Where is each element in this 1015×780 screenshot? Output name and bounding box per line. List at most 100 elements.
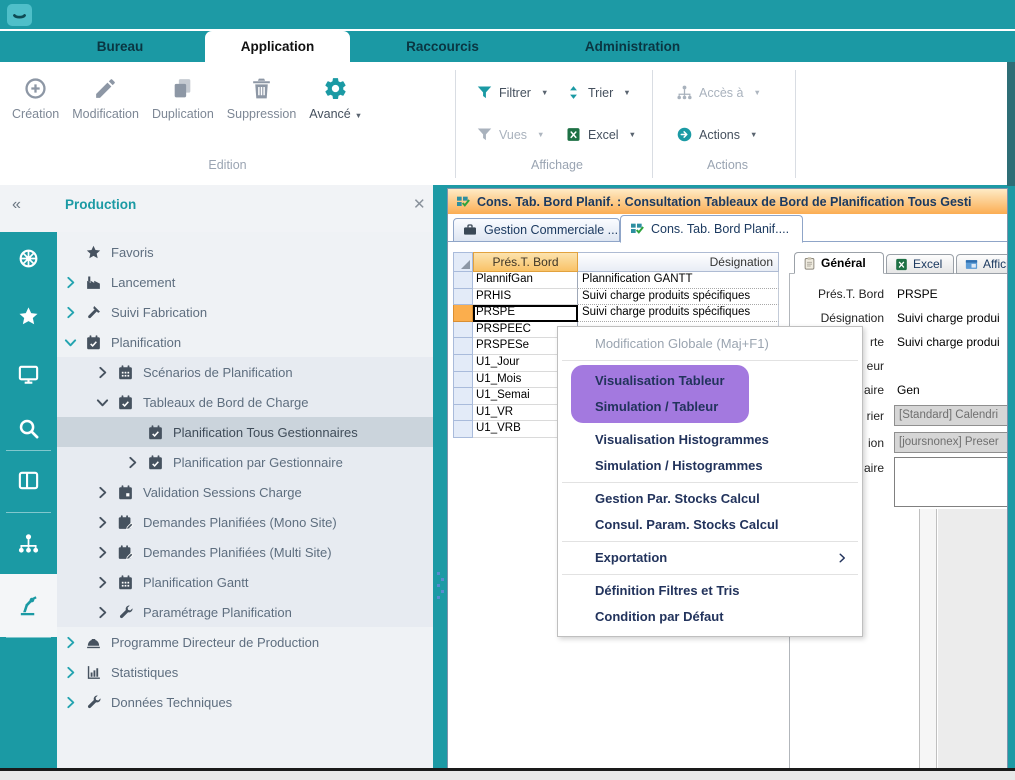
suppression-button[interactable]: Suppression — [225, 72, 299, 125]
menu-item-modification-globale[interactable]: Modification Globale (Maj+F1) — [558, 331, 862, 357]
iconbar-separator — [6, 450, 51, 451]
detail-tab-excel[interactable]: Excel — [886, 254, 954, 274]
duplication-button[interactable]: Duplication — [150, 72, 216, 125]
actions-button[interactable]: Actions ▼ — [676, 126, 757, 143]
menu-item-simulation-tableur[interactable]: Simulation / Tableur — [571, 394, 749, 420]
creation-button[interactable]: Création — [10, 72, 61, 125]
row-selector[interactable] — [453, 405, 473, 422]
search-icon[interactable] — [17, 417, 40, 440]
group-separator — [652, 70, 653, 178]
grid-cell[interactable]: Plannification GANTT — [578, 272, 779, 289]
calendrier-input-disabled[interactable]: [Standard] Calendri — [894, 405, 1008, 426]
grid-cell[interactable]: PRHIS — [473, 289, 578, 306]
button-label: Excel — [588, 128, 619, 142]
desktop-icon[interactable] — [17, 363, 40, 386]
row-selector[interactable] — [453, 322, 473, 339]
tree-item-lancement[interactable]: Lancement — [57, 267, 433, 297]
detail-tab-general[interactable]: Général — [794, 252, 884, 274]
collapse-panel-icon[interactable]: « — [12, 196, 21, 214]
tree-item-donnees-techniques[interactable]: Données Techniques — [57, 687, 433, 717]
close-panel-icon[interactable]: ✕ — [413, 195, 426, 213]
tab-cons-tab-bord-planif[interactable]: Cons. Tab. Bord Planif.... — [620, 215, 803, 243]
menu-item-exportation[interactable]: Exportation — [558, 545, 862, 571]
grid-cell-selected[interactable]: PRSPE — [473, 305, 578, 322]
tree-item-favoris[interactable]: Favoris — [57, 237, 433, 267]
menu-item-definition-filtres[interactable]: Définition Filtres et Tris — [558, 578, 862, 604]
tab-raccourcis[interactable]: Raccourcis — [385, 31, 500, 62]
favorites-star-icon[interactable] — [17, 305, 40, 328]
app-logo-icon[interactable] — [7, 4, 32, 26]
hierarchy-icon[interactable] — [17, 532, 40, 555]
trier-button[interactable]: Trier ▼ — [565, 84, 631, 101]
clipboard-icon — [802, 256, 817, 271]
document-titlebar[interactable]: Cons. Tab. Bord Planif. : Consultation T… — [448, 189, 1007, 214]
vertical-scrollbar[interactable] — [919, 509, 937, 768]
commentaire-textarea[interactable] — [894, 457, 1008, 507]
copy-icon — [170, 76, 195, 101]
helm-settings-icon[interactable] — [17, 247, 40, 270]
tree-item-statistiques[interactable]: Statistiques — [57, 657, 433, 687]
tab-application[interactable]: Application — [205, 31, 350, 62]
modification-button[interactable]: Modification — [70, 72, 141, 125]
grid-cell[interactable]: Suivi charge produits spécifiques — [578, 289, 779, 306]
star-icon — [85, 244, 102, 261]
tree-item-label: Planification par Gestionnaire — [173, 455, 343, 470]
detail-tab-affichage[interactable]: Affich — [956, 254, 1008, 274]
tree-item-demandes-multi-site[interactable]: Demandes Planifiées (Multi Site) — [57, 537, 433, 567]
panels-icon[interactable] — [17, 469, 40, 492]
iconbar-separator — [6, 637, 51, 638]
plus-circle-icon — [23, 76, 48, 101]
tree-item-planification-gantt[interactable]: Planification Gantt — [57, 567, 433, 597]
tab-administration[interactable]: Administration — [555, 31, 710, 62]
vues-button[interactable]: Vues ▼ — [476, 126, 544, 143]
tree-item-planification-par-gestionnaire[interactable]: Planification par Gestionnaire — [57, 447, 433, 477]
grid-cell[interactable]: Suivi charge produits spécifiques — [578, 305, 779, 322]
actions-group-label: Actions — [660, 158, 795, 172]
grid-row: PRHIS Suivi charge produits spécifiques — [453, 289, 779, 306]
avance-button[interactable]: Avancé▼ — [307, 72, 364, 125]
chevron-right-icon — [63, 635, 78, 650]
menu-item-visualisation-histogrammes[interactable]: Visualisation Histogrammes — [558, 427, 862, 453]
tree-item-demandes-mono-site[interactable]: Demandes Planifiées (Mono Site) — [57, 507, 433, 537]
tree-item-programme-directeur[interactable]: Programme Directeur de Production — [57, 627, 433, 657]
menu-item-condition-defaut[interactable]: Condition par Défaut — [558, 604, 862, 630]
condition-input-disabled[interactable]: [joursnonex] Preser — [894, 432, 1008, 453]
row-selector[interactable] — [453, 338, 473, 355]
menu-item-simulation-histogrammes[interactable]: Simulation / Histogrammes — [558, 453, 862, 479]
robot-arm-production-icon[interactable] — [17, 594, 40, 617]
tree-item-parametrage-planification[interactable]: Paramétrage Planification — [57, 597, 433, 627]
tree-item-planification-tous-gestionnaires[interactable]: Planification Tous Gestionnaires — [57, 417, 433, 447]
filtrer-button[interactable]: Filtrer ▼ — [476, 84, 548, 101]
row-selector[interactable] — [453, 372, 473, 389]
acces-a-button[interactable]: Accès à ▼ — [676, 84, 761, 101]
column-header-designation[interactable]: Désignation — [578, 252, 779, 272]
row-selector[interactable] — [453, 388, 473, 405]
tree-item-scenarios[interactable]: Scénarios de Planification — [57, 357, 433, 387]
column-header-pres-t-bord[interactable]: Prés.T. Bord — [473, 252, 578, 272]
tree-item-validation-sessions[interactable]: Validation Sessions Charge — [57, 477, 433, 507]
select-all-header[interactable] — [453, 252, 473, 272]
tree-item-tableaux-bord-charge[interactable]: Tableaux de Bord de Charge — [57, 387, 433, 417]
button-label: Création — [12, 107, 59, 121]
tab-gestion-commerciale[interactable]: Gestion Commerciale ... — [453, 218, 620, 242]
tree-item-suivi-fabrication[interactable]: Suivi Fabrication — [57, 297, 433, 327]
tree-item-planification[interactable]: Planification — [57, 327, 433, 357]
document-tabs: Gestion Commerciale ... Cons. Tab. Bord … — [448, 214, 1007, 242]
button-label: Suppression — [227, 107, 297, 121]
menu-item-visualisation-tableur[interactable]: Visualisation Tableur — [571, 368, 749, 394]
excel-button[interactable]: Excel ▼ — [565, 126, 636, 143]
chevron-right-icon — [95, 365, 110, 380]
row-selector[interactable] — [453, 421, 473, 438]
menu-item-consul-param-stocks[interactable]: Consul. Param. Stocks Calcul — [558, 512, 862, 538]
row-selector[interactable] — [453, 272, 473, 289]
row-selector[interactable] — [453, 289, 473, 306]
chevron-right-icon — [63, 305, 78, 320]
row-selector[interactable] — [453, 355, 473, 372]
tab-bureau[interactable]: Bureau — [60, 31, 180, 62]
menu-item-gestion-par-stocks[interactable]: Gestion Par. Stocks Calcul — [558, 486, 862, 512]
grid-cell[interactable]: PlannifGan — [473, 272, 578, 289]
grid-row: PlannifGan Plannification GANTT — [453, 272, 779, 289]
row-selector-active[interactable] — [453, 305, 473, 322]
tree-item-label: Demandes Planifiées (Multi Site) — [143, 545, 332, 560]
tree-item-label: Favoris — [111, 245, 154, 260]
